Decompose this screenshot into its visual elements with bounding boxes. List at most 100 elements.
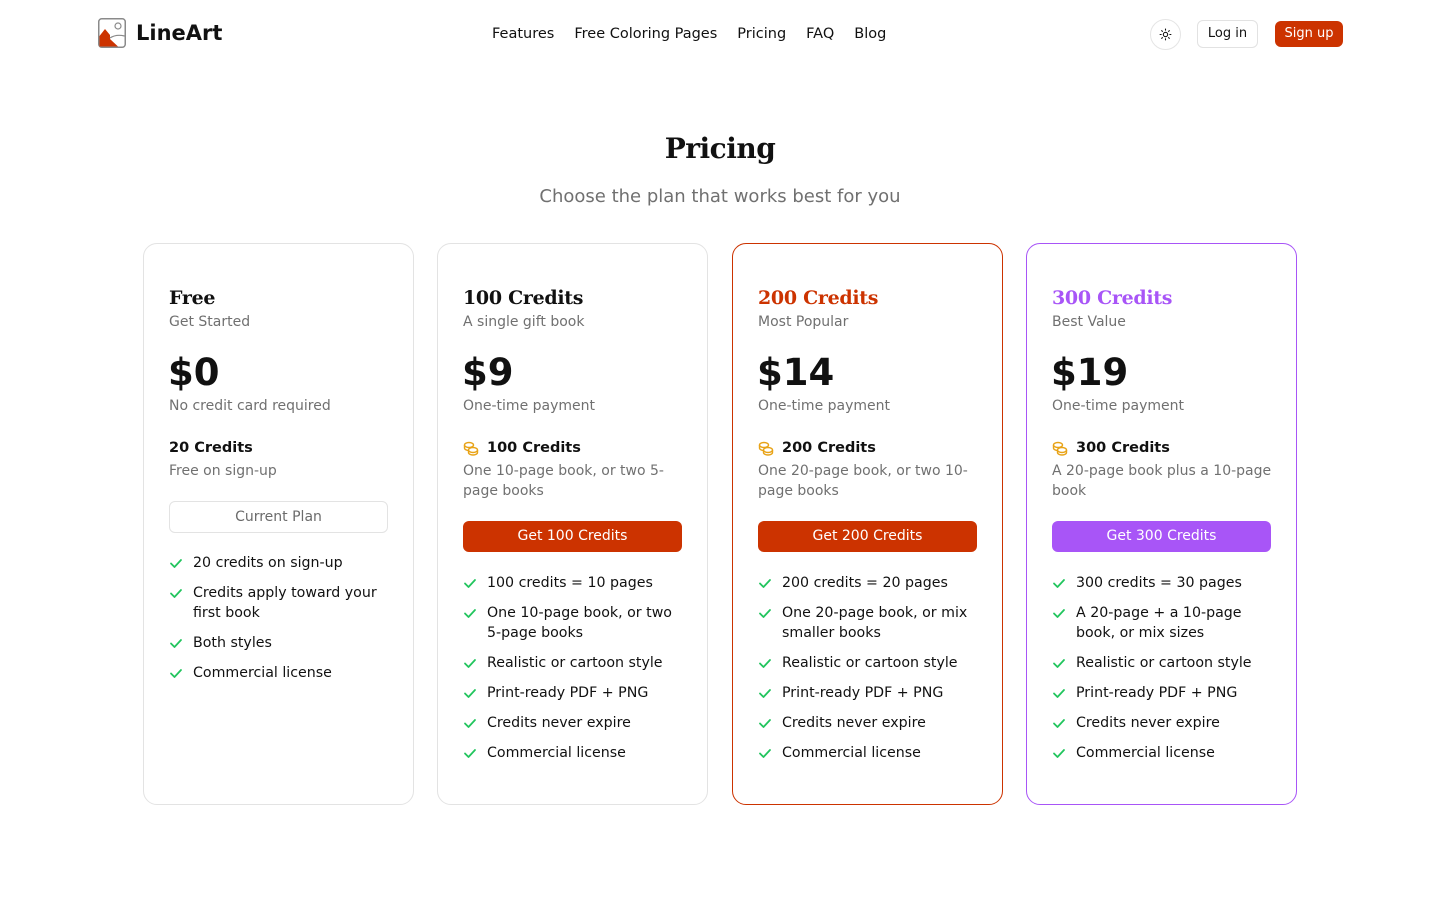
- feature-text: Realistic or cartoon style: [1076, 655, 1252, 671]
- credits-row: 300 Credits: [1052, 438, 1170, 458]
- feature-item: Credits apply toward your first book: [169, 583, 391, 623]
- feature-list: 100 credits = 10 pages One 10-page book,…: [463, 573, 685, 773]
- plan-name: 300 Credits: [1052, 287, 1173, 309]
- plan-tagline: A single gift book: [463, 314, 585, 330]
- credits-title: 100 Credits: [487, 440, 581, 456]
- plan-card-300-credits: 300 Credits Best Value $19 One-time paym…: [1026, 243, 1297, 805]
- nav-pricing[interactable]: Pricing: [737, 24, 786, 44]
- coins-icon: [1052, 441, 1068, 456]
- feature-text: 200 credits = 20 pages: [782, 575, 948, 591]
- feature-list: 200 credits = 20 pages One 20-page book,…: [758, 573, 980, 773]
- nav-blog[interactable]: Blog: [854, 24, 886, 44]
- feature-item: Credits never expire: [758, 713, 980, 733]
- credits-title: 300 Credits: [1076, 440, 1170, 456]
- page-title: Pricing: [664, 132, 776, 165]
- check-icon: [759, 749, 771, 758]
- feature-item: Both styles: [169, 633, 391, 653]
- nav-features[interactable]: Features: [492, 24, 554, 44]
- brand-name: LineArt: [136, 21, 223, 45]
- check-icon: [1053, 579, 1065, 588]
- price-note: One-time payment: [1052, 398, 1185, 414]
- price-note: One-time payment: [463, 398, 596, 414]
- feature-text: Print-ready PDF + PNG: [1076, 685, 1238, 701]
- feature-item: One 20-page book, or mix smaller books: [758, 603, 980, 643]
- feature-item: 200 credits = 20 pages: [758, 573, 980, 593]
- credits-description: One 20-page book, or two 10-page books: [758, 463, 968, 499]
- check-icon: [759, 719, 771, 728]
- plan-tagline: Most Popular: [758, 314, 849, 330]
- get-200-credits-button[interactable]: Get 200 Credits: [758, 521, 977, 552]
- feature-text: 100 credits = 10 pages: [487, 575, 653, 591]
- check-icon: [170, 559, 182, 568]
- check-icon: [759, 659, 771, 668]
- plan-tagline: Get Started: [169, 314, 251, 330]
- feature-text: Credits never expire: [1076, 715, 1220, 731]
- coins-icon: [463, 441, 479, 456]
- feature-text: Commercial license: [487, 745, 626, 761]
- check-icon: [1053, 659, 1065, 668]
- current-plan-button[interactable]: Current Plan: [169, 501, 388, 533]
- price-note: One-time payment: [758, 398, 891, 414]
- coins-icon: [758, 441, 774, 456]
- plan-card-100-credits: 100 Credits A single gift book $9 One-ti…: [437, 243, 708, 805]
- feature-item: Print-ready PDF + PNG: [463, 683, 685, 703]
- check-icon: [464, 719, 476, 728]
- feature-text: Credits apply toward your first book: [193, 585, 377, 621]
- feature-item: Commercial license: [758, 743, 980, 763]
- nav-free-coloring-pages[interactable]: Free Coloring Pages: [574, 24, 717, 44]
- feature-item: Commercial license: [169, 663, 391, 683]
- plan-name: 100 Credits: [463, 287, 584, 309]
- sun-icon: [1159, 28, 1172, 41]
- plan-name: 200 Credits: [758, 287, 879, 309]
- check-icon: [1053, 749, 1065, 758]
- lineart-logo-icon: [98, 18, 126, 48]
- plan-card-free: Free Get Started $0 No credit card requi…: [143, 243, 414, 805]
- check-icon: [759, 579, 771, 588]
- check-icon: [464, 689, 476, 698]
- credits-description: A 20-page book plus a 10-page book: [1052, 463, 1272, 499]
- credits-row: 100 Credits: [463, 438, 581, 458]
- feature-text: Realistic or cartoon style: [487, 655, 663, 671]
- feature-text: Commercial license: [193, 665, 332, 681]
- feature-text: One 20-page book, or mix smaller books: [782, 605, 968, 641]
- feature-item: Print-ready PDF + PNG: [1052, 683, 1274, 703]
- get-100-credits-button[interactable]: Get 100 Credits: [463, 521, 682, 552]
- credits-title: 200 Credits: [782, 440, 876, 456]
- check-icon: [759, 609, 771, 618]
- feature-item: 300 credits = 30 pages: [1052, 573, 1274, 593]
- feature-item: Print-ready PDF + PNG: [758, 683, 980, 703]
- credits-title: 20 Credits: [169, 440, 253, 456]
- check-icon: [464, 609, 476, 618]
- brand-link[interactable]: LineArt: [98, 18, 222, 48]
- feature-list: 20 credits on sign-up Credits apply towa…: [169, 553, 391, 693]
- check-icon: [170, 639, 182, 648]
- login-button[interactable]: Log in: [1197, 20, 1258, 48]
- feature-text: 20 credits on sign-up: [193, 555, 343, 571]
- feature-item: Credits never expire: [463, 713, 685, 733]
- check-icon: [170, 669, 182, 678]
- main-nav: Features Free Coloring Pages Pricing FAQ…: [492, 24, 886, 44]
- feature-item: Credits never expire: [1052, 713, 1274, 733]
- feature-text: Commercial license: [782, 745, 921, 761]
- check-icon: [464, 659, 476, 668]
- feature-text: Credits never expire: [487, 715, 631, 731]
- plan-tagline: Best Value: [1052, 314, 1126, 330]
- get-300-credits-button[interactable]: Get 300 Credits: [1052, 521, 1271, 552]
- credits-description: Free on sign-up: [169, 463, 277, 479]
- feature-item: A 20-page + a 10-page book, or mix sizes: [1052, 603, 1274, 643]
- plan-price: $19: [1051, 351, 1129, 394]
- check-icon: [170, 589, 182, 598]
- check-icon: [464, 579, 476, 588]
- check-icon: [1053, 719, 1065, 728]
- feature-item: One 10-page book, or two 5-page books: [463, 603, 685, 643]
- plan-price: $0: [168, 351, 220, 394]
- nav-faq[interactable]: FAQ: [806, 24, 834, 44]
- check-icon: [464, 749, 476, 758]
- plan-card-200-credits: 200 Credits Most Popular $14 One-time pa…: [732, 243, 1003, 805]
- plan-price: $9: [462, 351, 514, 394]
- feature-item: Realistic or cartoon style: [463, 653, 685, 673]
- page-subtitle: Choose the plan that works best for you: [539, 186, 901, 207]
- signup-button[interactable]: Sign up: [1275, 21, 1343, 47]
- credits-row: 200 Credits: [758, 438, 876, 458]
- theme-toggle-button[interactable]: [1150, 19, 1181, 50]
